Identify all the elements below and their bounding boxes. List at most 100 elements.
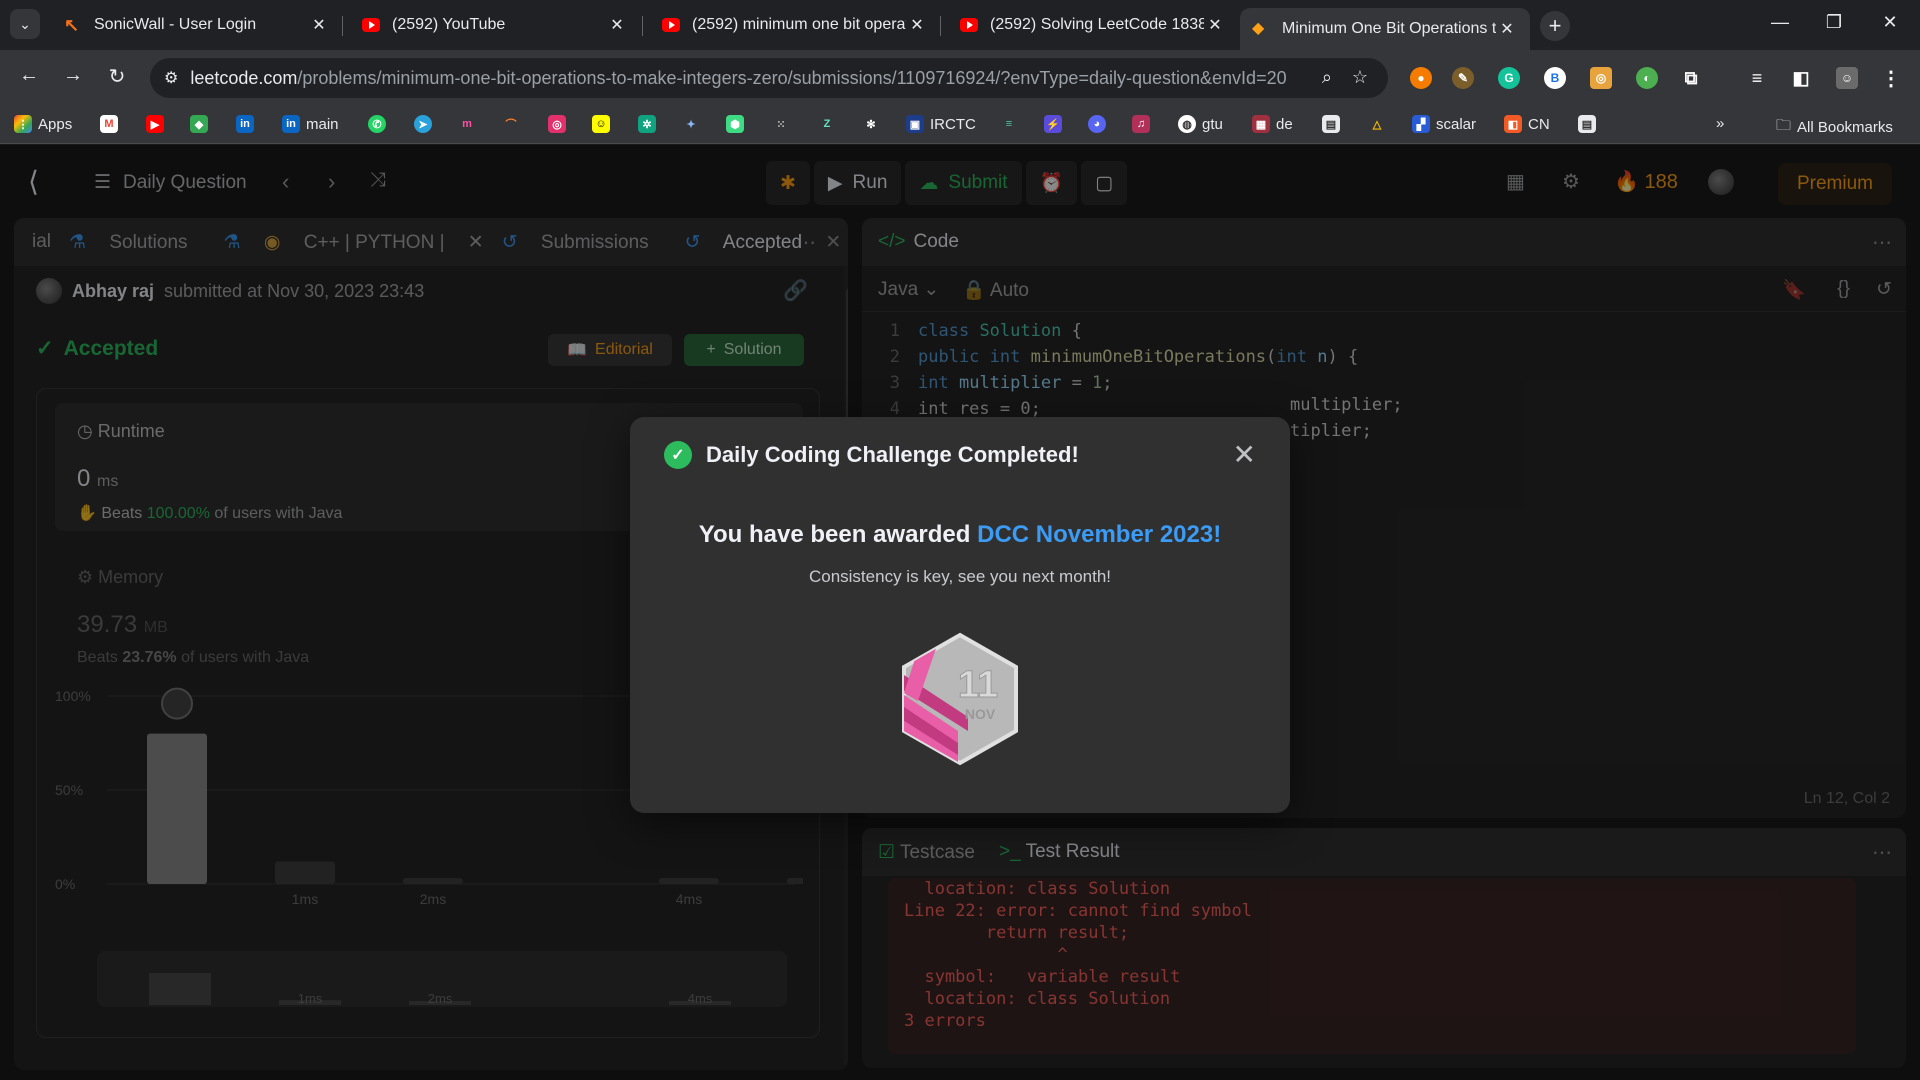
bookmark-chatgpt[interactable]: ✲ xyxy=(638,115,656,133)
sonicwall-icon: ↖ xyxy=(64,15,80,35)
bookmark-youtube[interactable]: ▶ xyxy=(146,115,164,133)
close-window-icon[interactable]: ✕ xyxy=(1870,12,1910,33)
dcc-badge-icon: 11 NOV xyxy=(902,632,1018,766)
close-tab-icon[interactable]: ✕ xyxy=(606,15,628,35)
daily-challenge-modal: ✓ Daily Coding Challenge Completed! ✕ Yo… xyxy=(630,417,1290,813)
bookmark-apps[interactable]: ⋮ Apps xyxy=(14,115,72,133)
browser-tab[interactable]: (2592) Solving LeetCode 1838 F ✕ xyxy=(948,8,1238,42)
stripes-icon: ≡ xyxy=(1005,118,1013,130)
bookmark-snapchat[interactable]: ☺ xyxy=(592,115,610,133)
bookmark-cn[interactable]: ◧ CN xyxy=(1504,115,1550,133)
extension-icon[interactable]: ◎ xyxy=(1590,67,1612,89)
android-icon: ⬢ xyxy=(726,115,744,133)
minimize-icon[interactable]: — xyxy=(1760,12,1800,33)
bookmark-openai[interactable]: ✻ xyxy=(862,115,880,133)
side-panel-icon[interactable]: ◧ xyxy=(1790,67,1812,89)
restore-icon[interactable]: ❐ xyxy=(1814,12,1854,33)
media-control-icon[interactable]: ≡ xyxy=(1746,67,1768,89)
zoom-icon[interactable]: ⌕ xyxy=(1322,67,1332,88)
youtube-icon xyxy=(662,18,680,32)
bookmark-star-icon[interactable]: ☆ xyxy=(1352,67,1368,88)
browser-tab[interactable]: (2592) minimum one bit operati ✕ xyxy=(650,8,940,42)
forward-icon[interactable]: → xyxy=(58,64,88,87)
bookmark-gtu[interactable]: ◍ gtu xyxy=(1178,115,1223,133)
bookmark-drive[interactable]: △ xyxy=(1368,115,1386,133)
reload-icon[interactable]: ↻ xyxy=(102,64,132,89)
bookmark-irctc[interactable]: ▣ IRCTC xyxy=(906,115,976,133)
bookmark-dots[interactable]: ⁙ xyxy=(772,115,790,133)
modal-subtitle: Consistency is key, see you next month! xyxy=(808,567,1112,586)
snapchat-icon: ☺ xyxy=(592,115,610,133)
new-tab-button[interactable]: + xyxy=(1540,11,1570,41)
bookmark-gemini[interactable]: ✦ xyxy=(682,115,700,133)
close-icon[interactable]: ✕ xyxy=(1233,441,1256,469)
menu-dots-icon[interactable]: ⋮ xyxy=(1880,67,1902,90)
bookmark-scalar[interactable]: ▞ scalar xyxy=(1412,115,1476,133)
dots-grid-icon: ⁙ xyxy=(776,118,786,131)
scalar-icon: ▞ xyxy=(1412,115,1430,133)
grammarly-icon[interactable]: G xyxy=(1498,67,1520,89)
bookmark-telegram[interactable]: ➤ xyxy=(414,115,432,133)
bookmark-doc[interactable]: ▤ xyxy=(1322,115,1340,133)
extension-icon[interactable]: ✎ xyxy=(1452,67,1474,89)
browser-tab-active[interactable]: ◆ Minimum One Bit Operations to ✕ xyxy=(1240,8,1530,50)
extension-icon[interactable]: ● xyxy=(1410,67,1432,89)
gmail-icon: M xyxy=(100,115,118,133)
apps-grid-icon: ⋮ xyxy=(14,115,32,133)
linkedin-icon: in xyxy=(236,115,254,133)
cn-icon: ◧ xyxy=(1504,115,1522,133)
address-bar[interactable]: ⚙ leetcode.com/problems/minimum-one-bit-… xyxy=(150,58,1388,98)
profile-icon[interactable]: ☺ xyxy=(1836,67,1858,89)
all-bookmarks[interactable]: 🗀 All Bookmarks xyxy=(1776,115,1893,140)
bookmark-codeforces[interactable]: ⌒ xyxy=(502,115,520,133)
bookmark-android[interactable]: ⬢ xyxy=(726,115,744,133)
close-tab-icon[interactable]: ✕ xyxy=(308,15,330,35)
bookmark-linkedin-main[interactable]: in main xyxy=(282,115,339,133)
svg-text:NOV: NOV xyxy=(965,706,996,722)
bookmark-whatsapp[interactable]: ✆ xyxy=(368,115,386,133)
bookmark-maps[interactable]: ◆ xyxy=(190,115,208,133)
close-tab-icon[interactable]: ✕ xyxy=(1204,15,1226,35)
youtube-icon: ▶ xyxy=(146,115,164,133)
close-tab-icon[interactable]: ✕ xyxy=(906,15,928,35)
z-logo-icon: Z xyxy=(823,118,831,130)
tab-search-icon[interactable]: ⌄ xyxy=(10,9,40,39)
telegram-icon: ➤ xyxy=(414,115,432,133)
bookmark-z[interactable]: Z xyxy=(818,115,836,133)
de-icon: ▦ xyxy=(1252,115,1270,133)
youtube-icon xyxy=(960,18,978,32)
back-icon[interactable]: ← xyxy=(14,64,44,87)
folder-icon: 🗀 xyxy=(1776,117,1792,134)
openai-icon: ✻ xyxy=(866,118,876,131)
leetcode-icon: ◆ xyxy=(1252,20,1265,37)
extension-icon[interactable]: ◐ xyxy=(1636,67,1658,89)
chatgpt-icon: ✲ xyxy=(638,115,656,133)
bookmark-instagram[interactable]: ◎ xyxy=(548,115,566,133)
close-tab-icon[interactable]: ✕ xyxy=(1496,19,1518,39)
browser-tab[interactable]: (2592) YouTube ✕ xyxy=(350,8,640,42)
browser-tab-strip: ⌄ ↖ SonicWall - User Login ✕ (2592) YouT… xyxy=(0,0,1920,50)
discord-icon: ◕ xyxy=(1088,115,1106,133)
bolt-icon: ⚡ xyxy=(1044,115,1062,133)
browser-tab[interactable]: ↖ SonicWall - User Login ✕ xyxy=(52,8,342,42)
bookmarks-overflow-icon[interactable]: » xyxy=(1716,115,1724,132)
sheet-icon: ▤ xyxy=(1578,115,1596,133)
award-text: You have been awarded DCC November 2023! xyxy=(698,521,1222,548)
check-circle-icon: ✓ xyxy=(664,441,692,469)
bookmark-discord[interactable]: ◕ xyxy=(1088,115,1106,133)
bookmark-de[interactable]: ▦ de xyxy=(1252,115,1293,133)
sparkle-icon: ✦ xyxy=(686,118,696,131)
bookmark-music[interactable]: ♫ xyxy=(1132,115,1150,133)
bookmark-m[interactable]: m xyxy=(458,115,476,133)
browser-toolbar: ← → ↻ ⚙ leetcode.com/problems/minimum-on… xyxy=(0,50,1920,108)
bookmark-stripes[interactable]: ≡ xyxy=(1000,115,1018,133)
site-info-icon[interactable]: ⚙ xyxy=(164,68,178,88)
globe-icon: ◍ xyxy=(1178,115,1196,133)
bookmark-gmail[interactable]: M xyxy=(100,115,118,133)
extensions-puzzle-icon[interactable]: ⧉ xyxy=(1680,67,1702,89)
bookmark-sheet[interactable]: ▤ xyxy=(1578,115,1596,133)
profile-avatar[interactable]: B xyxy=(1544,67,1566,89)
bookmark-linkedin[interactable]: in xyxy=(236,115,254,133)
irctc-icon: ▣ xyxy=(906,115,924,133)
bookmark-bolt[interactable]: ⚡ xyxy=(1044,115,1062,133)
